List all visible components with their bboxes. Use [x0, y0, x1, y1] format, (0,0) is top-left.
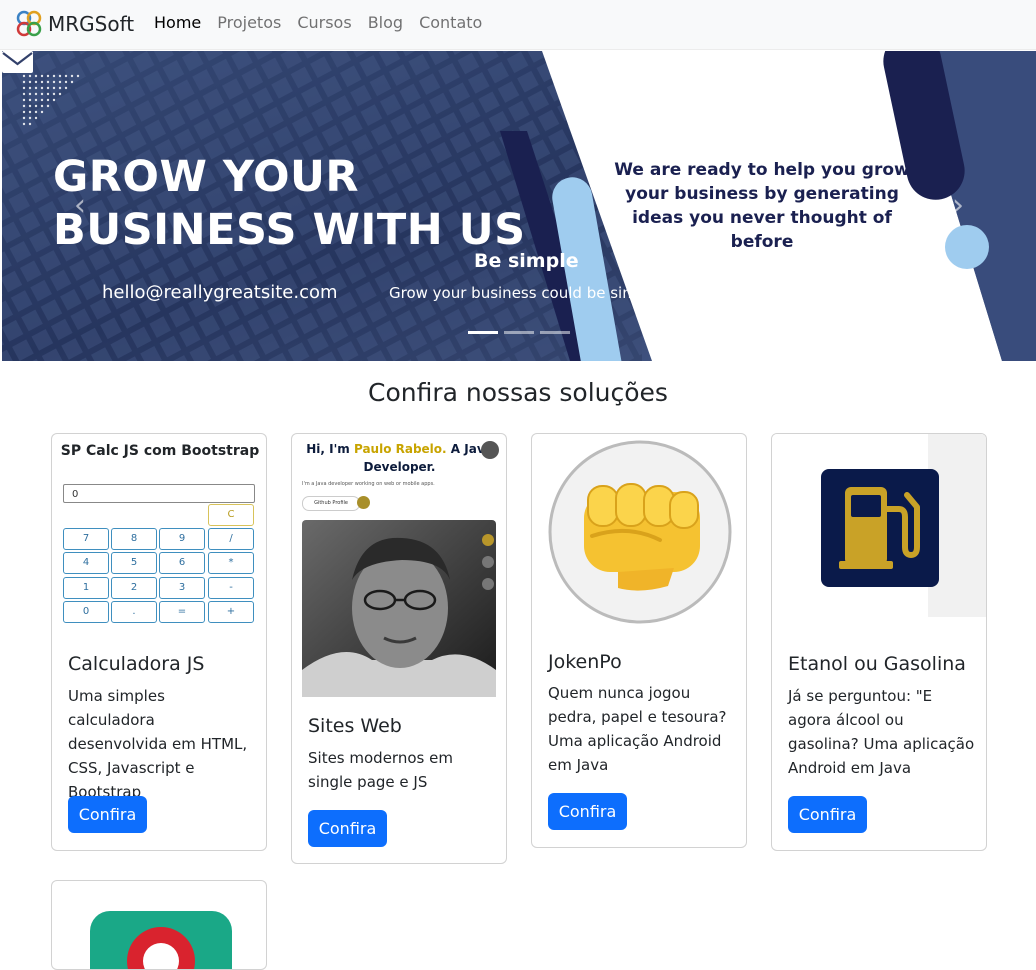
carousel-caption-text: Grow your business could be simple	[389, 284, 633, 302]
calc-key-clear: C	[208, 504, 254, 526]
confira-button[interactable]: Confira	[308, 810, 387, 847]
nav-link-blog[interactable]: Blog	[360, 12, 411, 34]
fuel-preview	[772, 434, 986, 617]
calc-key: 5	[111, 552, 157, 574]
profile-photo	[302, 520, 496, 697]
calc-key: /	[208, 528, 254, 550]
brand-link[interactable]: MRGSoft	[13, 6, 134, 42]
github-icon	[357, 496, 370, 509]
hero-carousel: GROW YOUR BUSINESS WITH US hello@reallyg…	[2, 51, 1036, 361]
carousel-caption-title: Be simple	[474, 250, 579, 272]
nav-link-projetos[interactable]: Projetos	[209, 12, 289, 34]
calc-key: 1	[63, 577, 109, 599]
confira-button[interactable]: Confira	[548, 793, 627, 830]
card-jokenpo: JokenPo Quem nunca jogou pedra, papel e …	[531, 433, 747, 848]
confira-button[interactable]: Confira	[788, 796, 867, 833]
carousel-indicator-2[interactable]	[504, 331, 534, 334]
hero-email: hello@reallygreatsite.com	[102, 282, 338, 303]
theme-toggle-icon	[481, 441, 499, 459]
calc-key: .	[111, 601, 157, 623]
fist-emoji-icon	[548, 440, 732, 624]
mail-icon	[2, 51, 33, 73]
calc-key: 3	[159, 577, 205, 599]
calc-display: 0	[63, 484, 255, 503]
sites-preview-name: Paulo Rabelo.	[353, 442, 447, 456]
calc-key: =	[159, 601, 205, 623]
calc-key: *	[208, 552, 254, 574]
calc-key: 2	[111, 577, 157, 599]
nav-link-cursos[interactable]: Cursos	[289, 12, 359, 34]
hero-title-line1: GROW YOUR	[53, 152, 360, 202]
github-profile-pill: Github Profile	[302, 496, 360, 511]
card-etanol-gasolina: Etanol ou Gasolina Já se perguntou: "E a…	[771, 433, 987, 851]
calc-key: 7	[63, 528, 109, 550]
card-title: Etanol ou Gasolina	[788, 653, 966, 675]
calc-key: 8	[111, 528, 157, 550]
card-text: Quem nunca jogou pedra, papel e tesoura?…	[548, 684, 727, 774]
nav-links: Home Projetos Cursos Blog Contato	[146, 12, 490, 34]
section-title: Confira nossas soluções	[368, 378, 668, 407]
calc-key: 9	[159, 528, 205, 550]
hero-title-line2: BUSINESS WITH US	[53, 205, 526, 255]
sites-preview-hi: Hi, I'm	[306, 442, 354, 456]
card-text: Uma simples calculadora desenvolvida em …	[68, 687, 248, 801]
calculator-preview: SP Calc JS com Bootstrap 0 C 7 8 9 / 4 5…	[52, 434, 266, 634]
card-title: Calculadora JS	[68, 653, 205, 675]
calc-key: +	[208, 601, 254, 623]
nav-link-contato[interactable]: Contato	[411, 12, 490, 34]
hero-tagline: We are ready to help you grow your busin…	[614, 160, 910, 252]
card-sites-web: Hi, I'm Paulo Rabelo. A Java Developer. …	[291, 433, 507, 864]
card-title: JokenPo	[548, 651, 622, 673]
navbar: MRGSoft Home Projetos Cursos Blog Contat…	[0, 0, 1036, 50]
confira-button[interactable]: Confira	[68, 796, 147, 833]
chevron-left-icon[interactable]: ‹	[68, 186, 92, 226]
calc-key: -	[208, 577, 254, 599]
nav-link-home[interactable]: Home	[146, 12, 209, 34]
hero-title: GROW YOUR BUSINESS WITH US	[53, 151, 526, 257]
card-text: Sites modernos em single page e JS	[308, 749, 453, 791]
calc-key: 0	[63, 601, 109, 623]
carousel-indicator-3[interactable]	[540, 331, 570, 334]
app-icon	[90, 911, 232, 969]
chevron-right-icon[interactable]: ›	[946, 186, 970, 226]
calc-key: 4	[63, 552, 109, 574]
sites-preview-heading: Hi, I'm Paulo Rabelo. A Java Developer.	[292, 440, 506, 476]
sites-preview: Hi, I'm Paulo Rabelo. A Java Developer. …	[292, 434, 506, 704]
card-app-partial	[51, 880, 267, 970]
carousel-indicator-1[interactable]	[468, 331, 498, 334]
card-text: Já se perguntou: "E agora álcool ou gaso…	[788, 687, 975, 777]
brand-name: MRGSoft	[48, 12, 135, 36]
fuel-pump-icon	[821, 469, 939, 587]
calc-preview-title: SP Calc JS com Bootstrap	[60, 443, 260, 459]
brand-logo-icon	[16, 10, 42, 37]
sites-preview-subtitle: I'm a Java developer working on web or m…	[302, 481, 435, 487]
card-title: Sites Web	[308, 715, 402, 737]
card-calculadora: SP Calc JS com Bootstrap 0 C 7 8 9 / 4 5…	[51, 433, 267, 851]
calc-key: 6	[159, 552, 205, 574]
